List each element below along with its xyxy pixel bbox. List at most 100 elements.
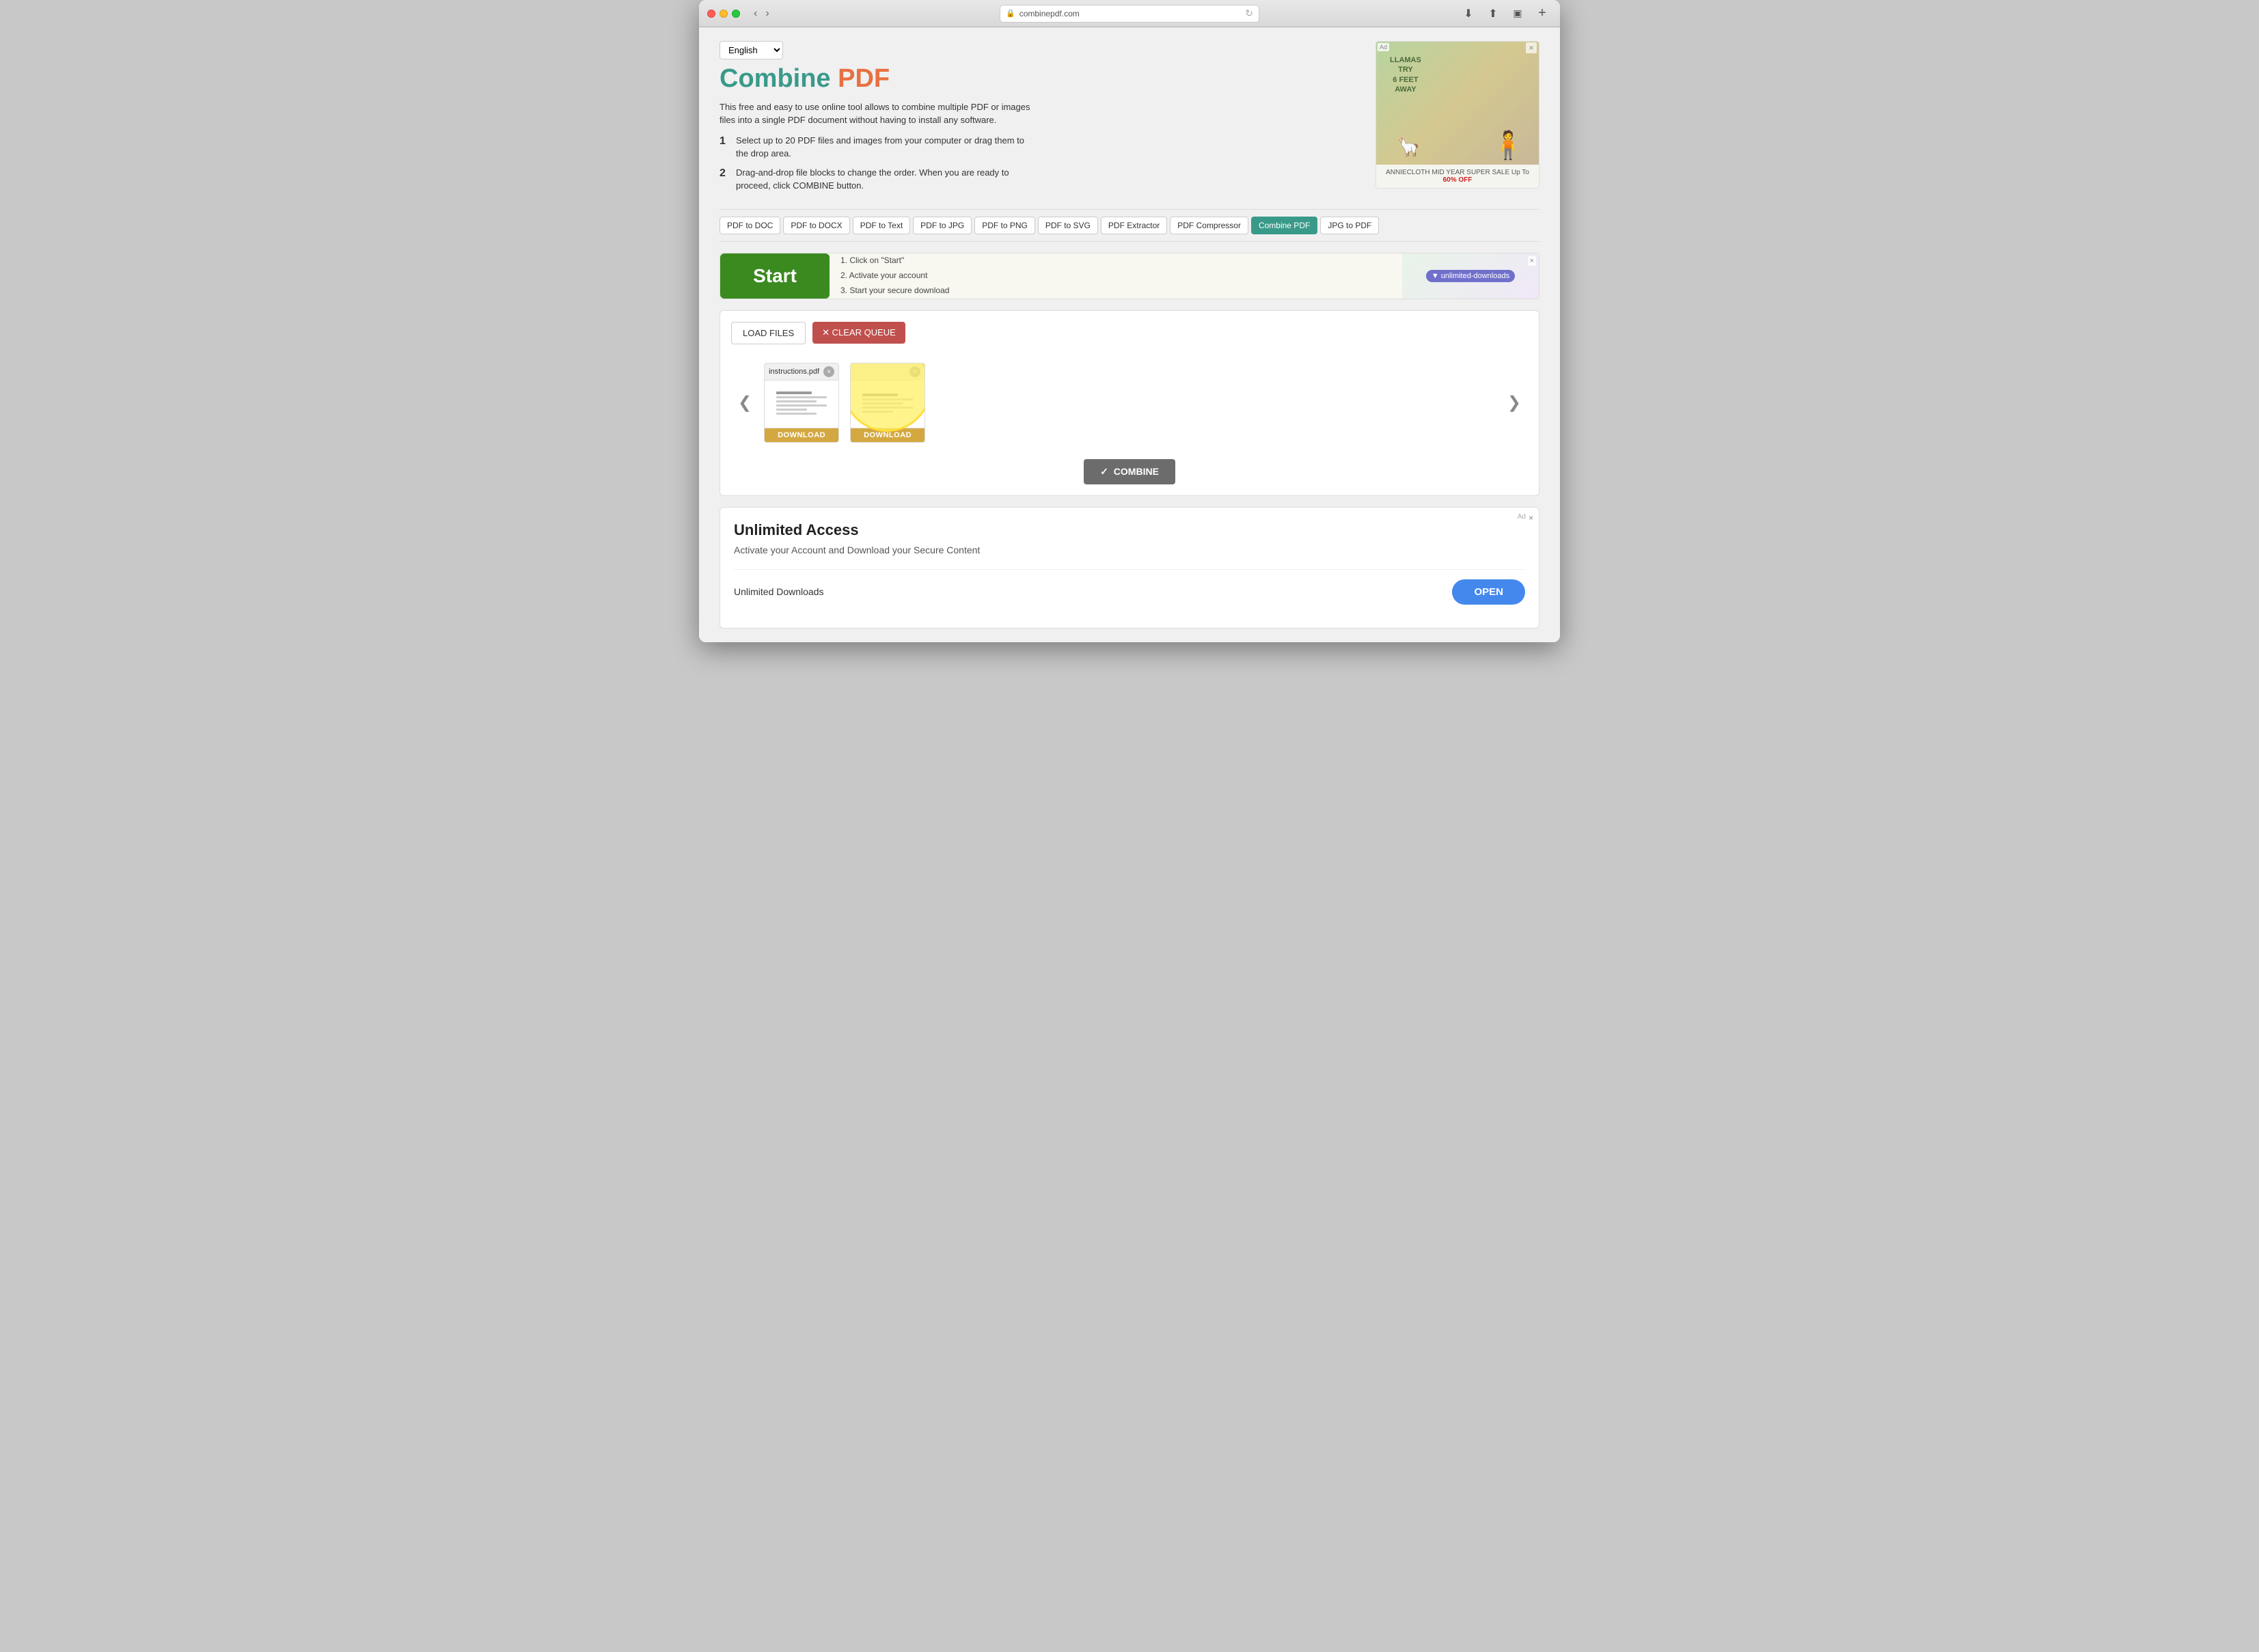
refresh-icon[interactable]: ↻: [1245, 8, 1253, 19]
download-button[interactable]: ⬇: [1459, 4, 1478, 23]
carousel-next-button[interactable]: ❯: [1501, 386, 1528, 419]
step-1-text: Select up to 20 PDF files and images fro…: [736, 134, 1034, 161]
preview-line: [862, 411, 893, 413]
tab-pdf-to-png[interactable]: PDF to PNG: [974, 217, 1035, 234]
llama-icon: 🦙: [1397, 135, 1421, 158]
tab-pdf-compressor[interactable]: PDF Compressor: [1170, 217, 1248, 234]
file-card-1: instructions.pdf ×: [764, 363, 839, 443]
file-card-1-header: instructions.pdf ×: [765, 363, 838, 381]
close-window-button[interactable]: [707, 10, 715, 18]
tool-buttons: LOAD FILES ✕ CLEAR QUEUE: [731, 322, 1528, 344]
ad-wide-right: ▼ unlimited-downloads: [1402, 253, 1539, 299]
discount-text: 60% OFF: [1443, 176, 1473, 184]
tab-pdf-to-svg[interactable]: PDF to SVG: [1038, 217, 1098, 234]
bottom-ad-close-button[interactable]: ×: [1529, 513, 1533, 523]
traffic-lights: [707, 10, 740, 18]
open-button[interactable]: OPEN: [1452, 579, 1525, 605]
brand-combine: Combine: [720, 64, 831, 93]
bottom-ad-label: Ad: [1518, 513, 1526, 523]
toolbar-right: ⬇ ⬆ ▣ +: [1459, 4, 1552, 23]
lang-row: English: [720, 41, 1362, 59]
forward-button[interactable]: ›: [763, 6, 771, 21]
unlimited-badge: ▼ unlimited-downloads: [1426, 270, 1515, 282]
bottom-ad-title: Unlimited Access: [734, 521, 1525, 539]
step-2-number: 2: [720, 166, 729, 181]
ad-start-button[interactable]: Start: [720, 253, 830, 299]
person-icon: 🧍: [1491, 129, 1525, 161]
ad-wide-banner: Start 1. Click on "Start" 2. Activate yo…: [720, 253, 1539, 299]
brand-pdf: PDF: [831, 64, 890, 93]
preview-line: [862, 394, 898, 396]
preview-line: [776, 391, 812, 394]
ad-footer-text: ANNIECLOTH MID YEAR SUPER SALE Up To 60%…: [1376, 165, 1539, 188]
file-card-2-download-button[interactable]: DOWNLOAD: [851, 428, 925, 442]
file-preview-lines-1: [772, 387, 831, 421]
combine-button[interactable]: ✓ COMBINE: [1084, 459, 1175, 484]
preview-line: [776, 400, 817, 402]
files-container: instructions.pdf ×: [758, 357, 1501, 448]
page-content: English Combine PDF This free and easy t…: [699, 27, 1560, 642]
tab-combine-pdf[interactable]: Combine PDF: [1251, 217, 1317, 234]
titlebar: ‹ › 🔒 combinepdf.com ↻ ⬇ ⬆ ▣ +: [699, 0, 1560, 27]
combine-label: COMBINE: [1114, 466, 1159, 477]
share-button[interactable]: ⬆: [1483, 4, 1503, 23]
preview-line: [862, 398, 913, 400]
step-2-text: Drag-and-drop file blocks to change the …: [736, 166, 1034, 193]
steps-list: 1 Select up to 20 PDF files and images f…: [720, 134, 1362, 193]
preview-line: [776, 409, 807, 411]
file-preview-lines-2: [858, 389, 917, 419]
upload-files-button[interactable]: LOAD FILES: [731, 322, 806, 344]
ad-banner-right: Ad LLAMASTRY6 FEETAWAY 🦙 🧍 ANNIECLOTH MI…: [1375, 41, 1539, 189]
carousel-prev-button[interactable]: ❮: [731, 386, 758, 419]
fullscreen-window-button[interactable]: [732, 10, 740, 18]
combine-checkmark-icon: ✓: [1100, 466, 1108, 478]
lock-icon: 🔒: [1006, 9, 1015, 18]
file-card-2: × DOWNLOAD: [850, 363, 925, 443]
header-left: English Combine PDF This free and easy t…: [720, 41, 1362, 198]
step-1: 1 Select up to 20 PDF files and images f…: [720, 134, 1034, 161]
url-text: combinepdf.com: [1019, 9, 1080, 18]
ad-image: Ad LLAMASTRY6 FEETAWAY 🦙 🧍: [1376, 42, 1539, 165]
ad-badge: Ad: [1378, 43, 1389, 51]
tab-pdf-extractor[interactable]: PDF Extractor: [1101, 217, 1167, 234]
step-1-number: 1: [720, 134, 729, 149]
preview-line: [776, 413, 817, 415]
preview-line: [776, 404, 827, 407]
preview-line: [862, 402, 903, 404]
ad-wide-close-button[interactable]: ×: [1528, 256, 1536, 266]
files-carousel: ❮ instructions.pdf ×: [731, 355, 1528, 451]
ad-wide-content: 1. Click on "Start" 2. Activate your acc…: [830, 253, 1402, 299]
file-card-1-download-button[interactable]: DOWNLOAD: [765, 428, 838, 442]
file-card-2-preview: [851, 381, 925, 428]
language-select[interactable]: English: [720, 41, 783, 59]
new-tab-button[interactable]: +: [1533, 4, 1552, 23]
tab-jpg-to-pdf[interactable]: JPG to PDF: [1320, 217, 1379, 234]
ad-step-1: 1. Click on "Start": [840, 253, 1391, 269]
ad-overlay-text: LLAMASTRY6 FEETAWAY: [1390, 55, 1421, 94]
back-button[interactable]: ‹: [751, 6, 760, 21]
file-card-1-name: instructions.pdf: [769, 368, 819, 376]
ad-close-button[interactable]: ×: [1526, 42, 1537, 53]
file-card-2-header: ×: [851, 363, 925, 381]
ad-step-3: 3. Start your secure download: [840, 284, 1391, 299]
step-2: 2 Drag-and-drop file blocks to change th…: [720, 166, 1034, 193]
bottom-ad: Ad × Unlimited Access Activate your Acco…: [720, 507, 1539, 629]
clear-queue-button[interactable]: ✕ CLEAR QUEUE: [812, 322, 905, 344]
bottom-ad-row: Unlimited Downloads OPEN: [734, 569, 1525, 614]
sidebar-toggle-button[interactable]: ▣: [1508, 4, 1527, 23]
address-bar[interactable]: 🔒 combinepdf.com ↻: [1000, 5, 1259, 23]
tab-pdf-to-jpg[interactable]: PDF to JPG: [913, 217, 972, 234]
unlimited-downloads-label: Unlimited Downloads: [734, 586, 824, 597]
ad-step-2: 2. Activate your account: [840, 269, 1391, 284]
tab-pdf-to-text[interactable]: PDF to Text: [853, 217, 910, 234]
brand-title: Combine PDF: [720, 65, 1362, 94]
tab-pdf-to-doc[interactable]: PDF to DOC: [720, 217, 780, 234]
tab-pdf-to-docx[interactable]: PDF to DOCX: [783, 217, 849, 234]
file-card-1-close-button[interactable]: ×: [823, 366, 834, 377]
browser-window: ‹ › 🔒 combinepdf.com ↻ ⬇ ⬆ ▣ + English: [699, 0, 1560, 642]
header-area: English Combine PDF This free and easy t…: [720, 41, 1539, 198]
file-card-2-close-button[interactable]: ×: [909, 366, 920, 377]
minimize-window-button[interactable]: [720, 10, 728, 18]
nav-buttons: ‹ ›: [751, 6, 772, 21]
bottom-ad-close-area: Ad ×: [1518, 513, 1533, 523]
